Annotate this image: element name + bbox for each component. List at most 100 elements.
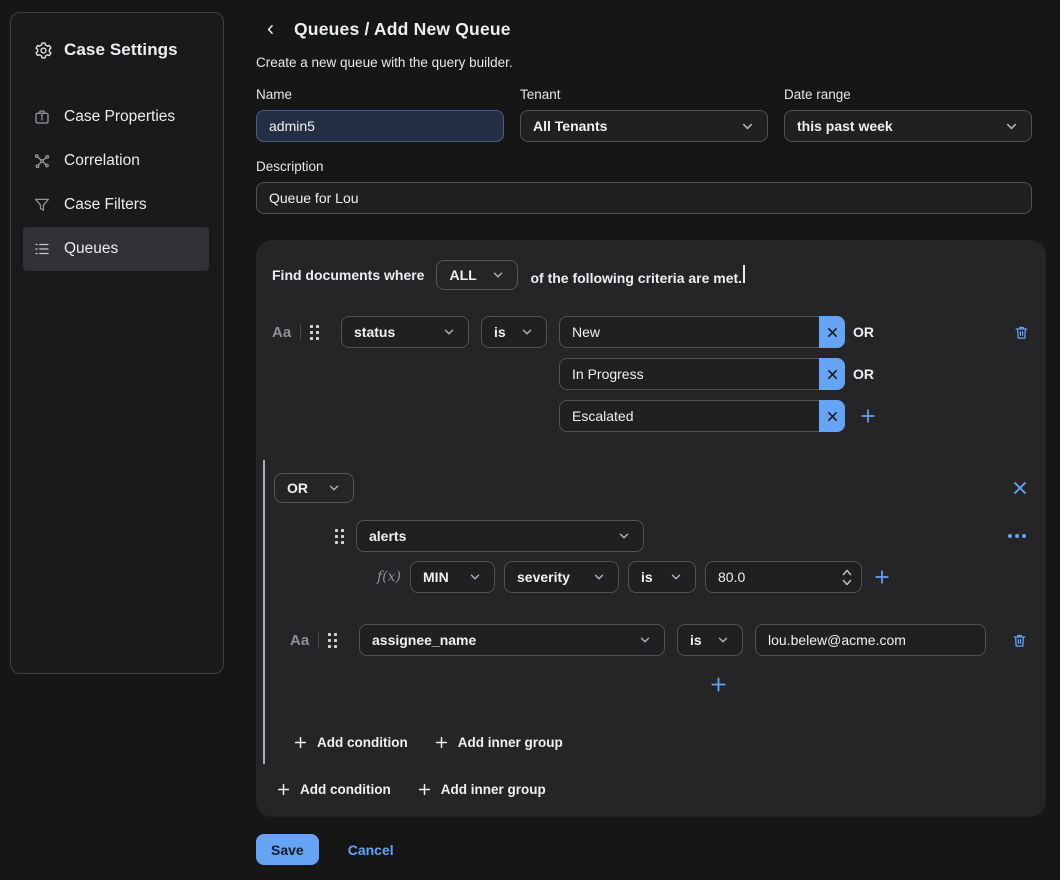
- name-input[interactable]: [256, 110, 504, 142]
- condition-row-status: Aa status is: [272, 316, 1032, 348]
- trash-icon: [1013, 324, 1030, 341]
- operator-select-value: is: [494, 324, 506, 340]
- page-subtitle: Create a new queue with the query builde…: [256, 55, 1046, 70]
- group-add-row: Add condition Add inner group: [293, 735, 1030, 750]
- form-actions: Save Cancel: [256, 834, 1046, 865]
- name-field-group: Name: [256, 87, 504, 142]
- tenant-field-group: Tenant All Tenants: [520, 87, 768, 142]
- group-header: OR: [274, 473, 1030, 503]
- drag-handle-icon[interactable]: [335, 529, 344, 544]
- number-stepper[interactable]: [841, 567, 853, 588]
- add-condition-button[interactable]: Add condition: [276, 782, 391, 797]
- drag-handle-icon[interactable]: [310, 325, 319, 340]
- intro-suffix: of the following criteria are met.: [530, 265, 744, 286]
- severity-value-input[interactable]: 80.0: [705, 561, 862, 593]
- description-field-group: Description: [256, 159, 1032, 214]
- gear-icon: [34, 41, 53, 60]
- root-add-row: Add condition Add inner group: [276, 782, 1032, 797]
- field-select-value: status: [354, 324, 395, 340]
- case-sensitivity-toggle[interactable]: Aa: [272, 324, 291, 341]
- add-inner-group-label: Add inner group: [441, 782, 546, 797]
- add-condition-label: Add condition: [300, 782, 391, 797]
- add-condition-button[interactable]: Add condition: [293, 735, 408, 750]
- description-input[interactable]: [256, 182, 1032, 214]
- more-options-button[interactable]: [1004, 530, 1030, 542]
- case-settings-sidebar: Case Settings Case Properties Correla: [10, 12, 224, 674]
- operator-select-assignee[interactable]: is: [677, 624, 743, 656]
- group-operator-select[interactable]: OR: [274, 473, 354, 503]
- add-value-button[interactable]: [857, 405, 879, 427]
- sidebar-item-queues[interactable]: Queues: [23, 227, 209, 271]
- group-operator-value: OR: [287, 480, 308, 496]
- add-inner-group-button[interactable]: Add inner group: [434, 735, 563, 750]
- plus-icon: [709, 675, 728, 694]
- cancel-button[interactable]: Cancel: [348, 842, 394, 858]
- remove-value-button[interactable]: [819, 358, 845, 390]
- main-content: Queues / Add New Queue Create a new queu…: [256, 0, 1046, 865]
- chevron-down-icon: [617, 529, 631, 543]
- sidebar-item-label: Correlation: [64, 152, 140, 170]
- page-title: Queues / Add New Queue: [294, 19, 511, 40]
- assignee-value-input[interactable]: [755, 624, 986, 656]
- add-assignee-value-button[interactable]: [707, 673, 730, 696]
- text-caret: [743, 265, 745, 283]
- value-input-1[interactable]: [559, 358, 819, 390]
- delete-condition-button[interactable]: [1009, 630, 1030, 651]
- chevron-down-icon: [327, 481, 341, 495]
- sidebar-item-label: Case Properties: [64, 108, 175, 126]
- case-sensitivity-toggle[interactable]: Aa: [290, 632, 309, 649]
- match-operator-value: ALL: [449, 267, 476, 283]
- join-or-label: OR: [853, 366, 874, 382]
- field-select-alerts[interactable]: alerts: [356, 520, 644, 552]
- field-select-status[interactable]: status: [341, 316, 469, 348]
- save-button[interactable]: Save: [256, 834, 319, 865]
- tenant-select[interactable]: All Tenants: [520, 110, 768, 142]
- date-range-select[interactable]: this past week: [784, 110, 1032, 142]
- add-inner-group-label: Add inner group: [458, 735, 563, 750]
- add-function-value-button[interactable]: [871, 566, 893, 588]
- condition-value-row: [559, 400, 1032, 432]
- chevron-down-icon: [638, 633, 652, 647]
- intro-prefix: Find documents where: [272, 267, 424, 283]
- subfield-select-value: severity: [517, 569, 570, 585]
- plus-icon: [859, 407, 877, 425]
- gutter-divider: [318, 632, 319, 648]
- subfield-select[interactable]: severity: [504, 561, 619, 593]
- sidebar-item-case-properties[interactable]: Case Properties: [23, 95, 209, 139]
- builder-intro-row: Find documents where ALL of the followin…: [272, 260, 1030, 290]
- sidebar-header: Case Settings: [34, 40, 223, 60]
- chevron-down-icon: [442, 325, 456, 339]
- remove-value-button[interactable]: [819, 400, 845, 432]
- chevron-down-icon: [1004, 119, 1019, 134]
- close-icon: [1012, 480, 1028, 496]
- chevron-down-icon: [716, 633, 730, 647]
- value-input-0[interactable]: [559, 316, 819, 348]
- remove-group-button[interactable]: [1010, 478, 1030, 498]
- delete-condition-button[interactable]: [1011, 322, 1032, 343]
- operator-select-status[interactable]: is: [481, 316, 547, 348]
- close-icon: [826, 326, 839, 339]
- operator-select-alerts[interactable]: is: [628, 561, 696, 593]
- drag-handle-icon[interactable]: [328, 633, 337, 648]
- condition-row-assignee: Aa assignee_name is: [290, 624, 1030, 656]
- sidebar-item-case-filters[interactable]: Case Filters: [23, 183, 209, 227]
- plus-icon: [293, 735, 308, 750]
- sidebar-item-correlation[interactable]: Correlation: [23, 139, 209, 183]
- date-range-select-value: this past week: [797, 118, 893, 134]
- function-row: f(x) MIN severity is: [377, 561, 1030, 593]
- briefcase-info-icon: [33, 108, 51, 126]
- remove-value-button[interactable]: [819, 316, 845, 348]
- plus-icon: [873, 568, 891, 586]
- back-button[interactable]: [262, 21, 279, 38]
- field-select-assignee[interactable]: assignee_name: [359, 624, 665, 656]
- match-operator-select[interactable]: ALL: [436, 260, 518, 290]
- value-input-2[interactable]: [559, 400, 819, 432]
- chevron-down-icon: [740, 119, 755, 134]
- plus-icon: [434, 735, 449, 750]
- date-range-label: Date range: [784, 87, 1032, 102]
- value-group: [559, 400, 845, 432]
- gutter-divider: [300, 324, 301, 340]
- condition-gutter: Aa: [290, 632, 359, 649]
- function-select[interactable]: MIN: [410, 561, 495, 593]
- add-inner-group-button[interactable]: Add inner group: [417, 782, 546, 797]
